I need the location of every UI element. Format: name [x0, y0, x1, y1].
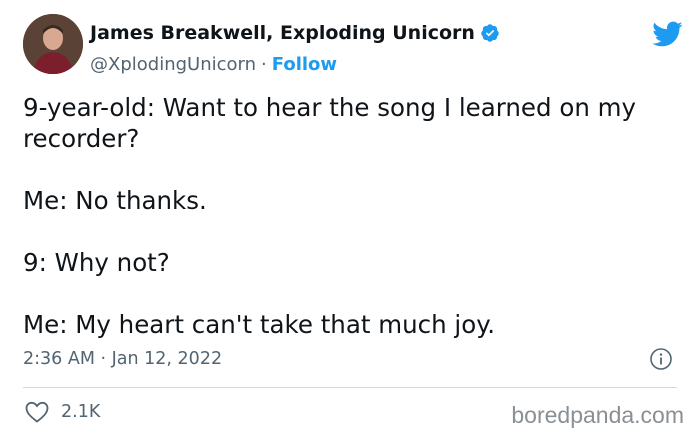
tweet-line: Me: No thanks. [23, 186, 207, 215]
timestamp[interactable]: 2:36 AM · Jan 12, 2022 [23, 349, 222, 369]
verified-badge-icon [480, 23, 500, 43]
like-count: 2.1K [61, 402, 101, 422]
author-handle[interactable]: @XplodingUnicorn [90, 54, 256, 75]
follow-link[interactable]: Follow [272, 54, 337, 75]
tweet-meta: 2:36 AM · Jan 12, 2022 [23, 347, 673, 375]
watermark: boredpanda.com [511, 402, 684, 428]
heart-icon[interactable] [25, 401, 49, 423]
like-action[interactable]: 2.1K [25, 401, 100, 423]
tweet-body: 9-year-old: Want to hear the song I lear… [23, 92, 678, 340]
author-name-row: James Breakwell, Exploding Unicorn [90, 22, 500, 44]
tweet-line: 9-year-old: Want to hear the song I lear… [23, 93, 637, 153]
author-handle-row: @XplodingUnicorn · Follow [90, 54, 337, 75]
separator: · [261, 54, 267, 75]
divider [23, 387, 677, 388]
twitter-bird-icon[interactable] [651, 20, 683, 48]
info-icon[interactable] [649, 347, 673, 371]
tweet-line: Me: My heart can't take that much joy. [23, 310, 496, 339]
tweet-line: 9: Why not? [23, 248, 170, 277]
author-name[interactable]: James Breakwell, Exploding Unicorn [90, 22, 475, 44]
tweet-header: James Breakwell, Exploding Unicorn @Xplo… [23, 14, 683, 82]
avatar[interactable] [23, 14, 83, 74]
